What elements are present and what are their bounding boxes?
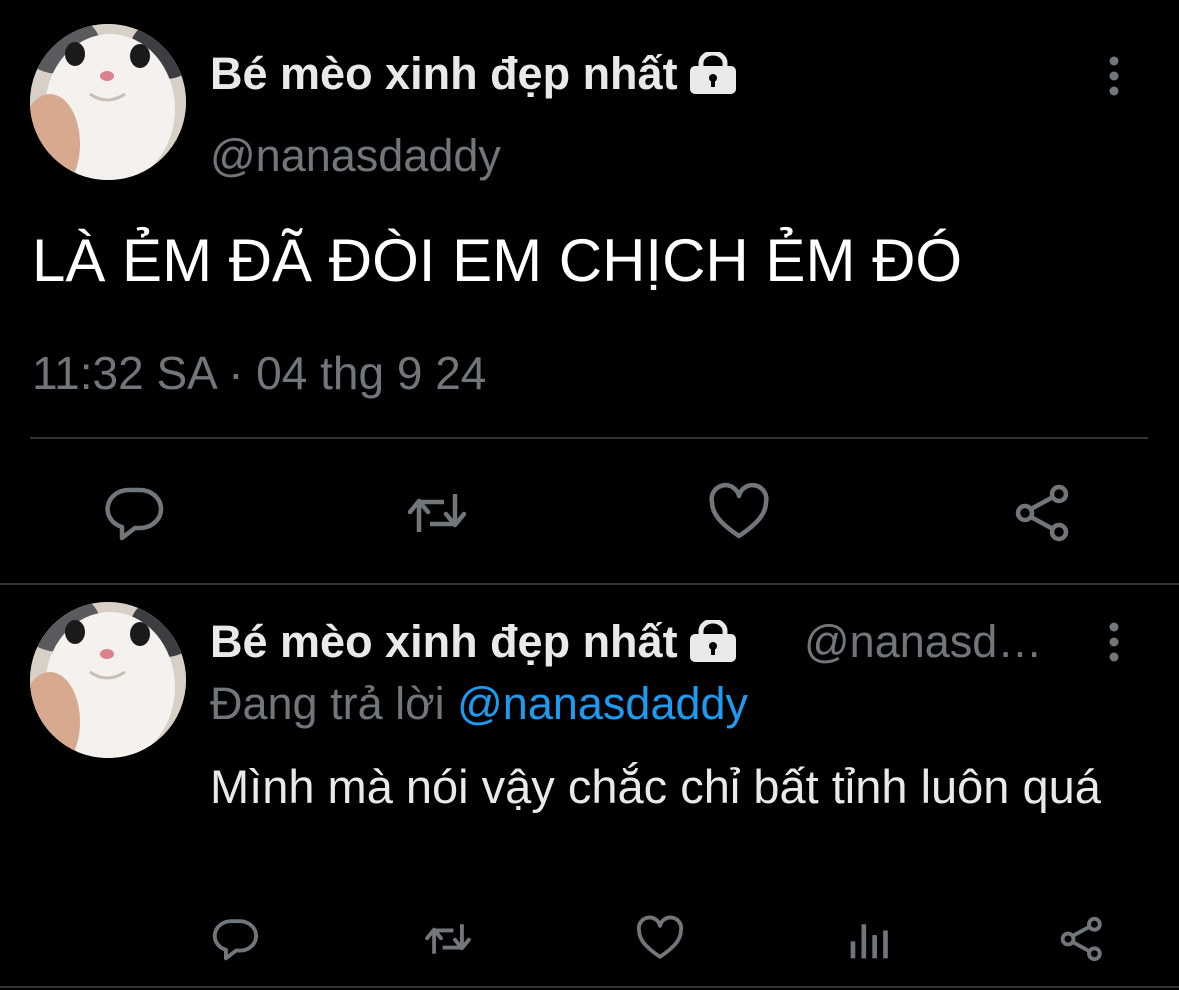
- main-tweet-display-name[interactable]: Bé mèo xinh đẹp nhất: [210, 48, 738, 100]
- main-tweet-avatar[interactable]: [30, 24, 186, 180]
- more-options-icon[interactable]: [1104, 52, 1124, 102]
- replying-to-mention[interactable]: @nanasdaddy: [457, 678, 748, 729]
- share-icon[interactable]: [1058, 915, 1106, 963]
- reply-tweet-display-name[interactable]: Bé mèo xinh đẹp nhất: [210, 616, 738, 668]
- section-divider: [0, 583, 1179, 585]
- display-name-text[interactable]: Bé mèo xinh đẹp nhất: [210, 616, 678, 668]
- replying-prefix: Đang trả lời: [210, 678, 445, 729]
- analytics-icon[interactable]: [846, 915, 894, 963]
- replying-to-line: Đang trả lời @nanasdaddy: [210, 678, 748, 730]
- divider: [30, 437, 1148, 439]
- retweet-icon[interactable]: [424, 915, 472, 963]
- like-icon[interactable]: [708, 482, 770, 544]
- cat-avatar-image: [30, 24, 186, 180]
- main-tweet-handle[interactable]: @nanasdaddy: [210, 130, 501, 182]
- retweet-icon[interactable]: [406, 482, 468, 544]
- lock-icon: [688, 52, 738, 96]
- bottom-divider: [0, 986, 1179, 988]
- reply-tweet-avatar[interactable]: [30, 602, 186, 758]
- more-options-icon[interactable]: [1104, 618, 1124, 668]
- reply-icon[interactable]: [212, 915, 260, 963]
- reply-tweet-handle[interactable]: @nanasd…: [804, 616, 1042, 668]
- cat-avatar-image: [30, 602, 186, 758]
- reply-icon[interactable]: [104, 482, 166, 544]
- reply-tweet-text: Mình mà nói vậy chắc chỉ bất tỉnh luôn q…: [210, 760, 1101, 813]
- share-icon[interactable]: [1012, 482, 1074, 544]
- display-name-text[interactable]: Bé mèo xinh đẹp nhất: [210, 48, 678, 100]
- main-tweet-text: LÀ ẺM ĐÃ ĐÒI EM CHỊCH ẺM ĐÓ: [32, 227, 963, 294]
- like-icon[interactable]: [636, 915, 684, 963]
- tweet-thread-screen: Bé mèo xinh đẹp nhất @nanasdaddy LÀ ẺM Đ…: [0, 0, 1179, 990]
- main-tweet-timestamp: 11:32 SA · 04 thg 9 24: [32, 347, 487, 399]
- lock-icon: [688, 620, 738, 664]
